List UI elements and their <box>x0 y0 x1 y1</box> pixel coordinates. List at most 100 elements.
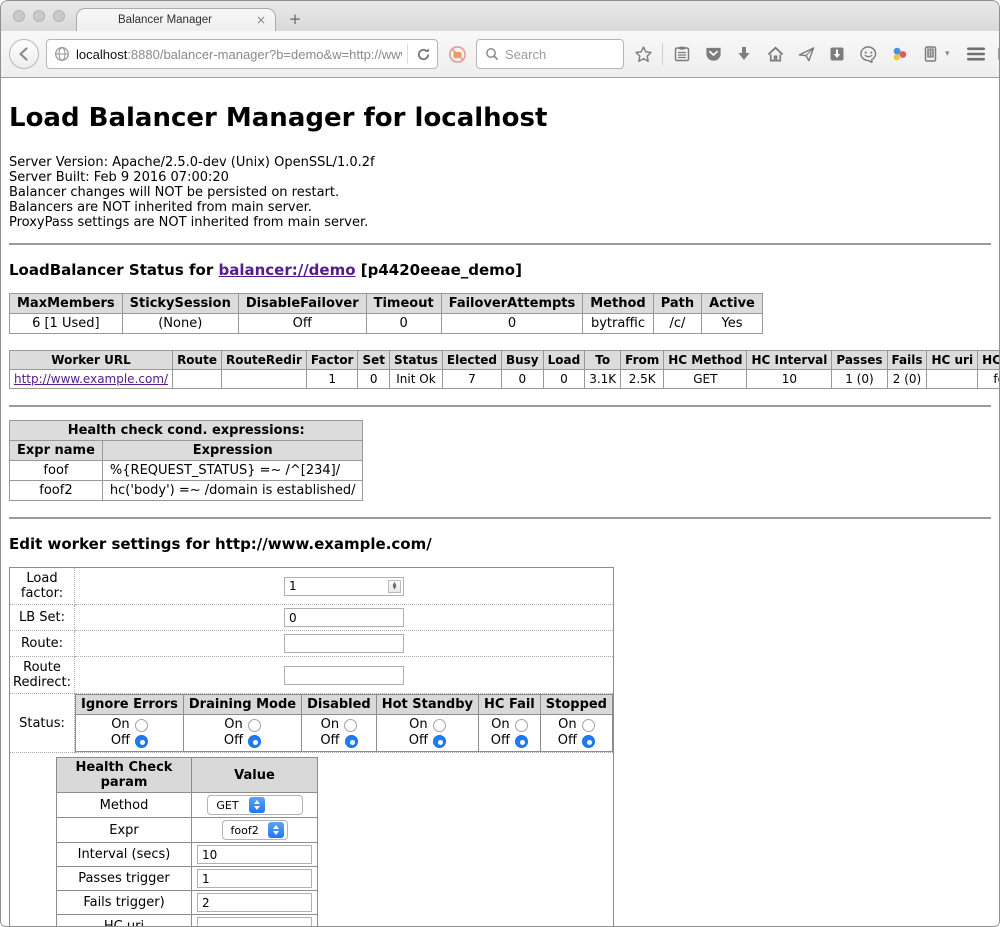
urlbar-divider <box>407 44 408 64</box>
route-redirect-cell <box>75 657 614 694</box>
form-row-route: Route: <box>10 631 614 657</box>
back-button[interactable] <box>9 39 39 69</box>
cell-expr-name: foof2 <box>10 481 103 501</box>
server-info: Server Version: Apache/2.5.0-dev (Unix) … <box>9 155 991 230</box>
hc-passes-input[interactable] <box>197 869 312 888</box>
cell-routeredir <box>221 370 306 389</box>
col-set: Set <box>358 351 390 370</box>
balancer-demo-link[interactable]: balancer://demo <box>218 261 355 279</box>
route-input[interactable] <box>284 634 404 653</box>
load-factor-cell: ▲▼ <box>75 568 614 605</box>
col-expr-name: Expr name <box>10 441 103 461</box>
col-maxmembers: MaxMembers <box>10 294 123 314</box>
hc-expr-selected-value: foof2 <box>223 824 267 837</box>
worker-url-link[interactable]: http://www.example.com/ <box>14 372 168 386</box>
radio-on-label: On <box>558 717 576 733</box>
health-check-cell: Health Check param Value Method GET <box>10 753 614 927</box>
tab-groups-icon[interactable] <box>995 40 1000 68</box>
search-bar[interactable]: Search <box>476 39 624 69</box>
col-factor: Factor <box>306 351 358 370</box>
radio-off-label: Off <box>224 733 243 749</box>
zoom-window-button[interactable] <box>53 10 65 22</box>
health-check-expressions-table: Health check cond. expressions: Expr nam… <box>9 420 363 501</box>
share-colors-icon[interactable] <box>887 40 911 68</box>
ignore-errors-on-radio[interactable] <box>135 719 148 732</box>
hc-uri-input[interactable] <box>197 917 312 926</box>
stopped-on-radio[interactable] <box>582 719 595 732</box>
hc-fails-input[interactable] <box>197 893 312 912</box>
hc-expr-select[interactable]: foof2 <box>222 820 288 840</box>
col-passes: Passes <box>832 351 887 370</box>
col-hc-value: Value <box>192 758 318 793</box>
route-redirect-input[interactable] <box>284 666 404 685</box>
home-icon[interactable] <box>763 40 787 68</box>
radio-off-label: Off <box>491 733 510 749</box>
draining-mode-off-radio[interactable] <box>248 735 261 748</box>
hc-method-select[interactable]: GET <box>207 795 303 815</box>
ignore-errors-off-radio[interactable] <box>135 735 148 748</box>
stopped-off-radio[interactable] <box>582 735 595 748</box>
minimize-window-button[interactable] <box>33 10 45 22</box>
hc-fail-on-radio[interactable] <box>515 719 528 732</box>
hc-method-label: Method <box>57 793 192 818</box>
hot-standby-on-radio[interactable] <box>433 719 446 732</box>
hc-passes-label: Passes trigger <box>57 867 192 891</box>
cell-method: bytraffic <box>583 314 653 334</box>
radio-off-label: Off <box>320 733 339 749</box>
hot-standby-off-radio[interactable] <box>433 735 446 748</box>
edit-worker-form: Load factor: ▲▼ LB Set: Route: <box>9 567 614 926</box>
load-factor-input[interactable] <box>284 577 404 596</box>
downloads-icon[interactable] <box>732 40 756 68</box>
draining-mode-on-radio[interactable] <box>248 719 261 732</box>
cell-stickysession: (None) <box>122 314 238 334</box>
cell-active: Yes <box>702 314 763 334</box>
disabled-off-radio[interactable] <box>345 735 358 748</box>
edit-worker-heading: Edit worker settings for http://www.exam… <box>9 535 991 553</box>
cell-expr-name: foof <box>10 461 103 481</box>
table-header-row: Worker URL Route RouteRedir Factor Set S… <box>10 351 1000 370</box>
hc-method-cell: GET <box>192 793 318 818</box>
tab-balancer-manager[interactable]: Balancer Manager × <box>76 8 276 31</box>
bookmarks-sidebar-icon[interactable] <box>670 40 694 68</box>
persist-notice-line: Balancer changes will NOT be persisted o… <box>9 185 991 200</box>
ignore-errors-radios: On Off <box>76 715 184 752</box>
send-tab-icon[interactable] <box>794 40 818 68</box>
url-text[interactable]: localhost:8880/balancer-manager?b=demo&w… <box>76 47 402 62</box>
cell-expression: %{REQUEST_STATUS} =~ /^[234]/ <box>102 461 363 481</box>
table-row: 6 [1 Used] (None) Off 0 0 bytraffic /c/ … <box>10 314 763 334</box>
feedback-smiley-icon[interactable] <box>856 40 880 68</box>
cell-fails: 2 (0) <box>887 370 927 389</box>
cell-timeout: 0 <box>366 314 441 334</box>
status-header-row: Ignore Errors Draining Mode Disabled Hot… <box>76 695 613 715</box>
load-factor-stepper: ▲▼ <box>284 577 404 596</box>
plugin-blocked-icon[interactable] <box>445 40 469 68</box>
cell-load: 0 <box>543 370 585 389</box>
menu-hamburger-icon[interactable] <box>964 40 988 68</box>
reload-button[interactable] <box>413 40 433 68</box>
col-load: Load <box>543 351 585 370</box>
tab-close-icon[interactable]: × <box>253 13 269 27</box>
hc-row-fails: Fails trigger) <box>57 891 318 915</box>
number-spinner-icon[interactable]: ▲▼ <box>388 580 401 593</box>
chevron-down-icon[interactable]: ▾ <box>945 49 950 59</box>
window-controls <box>13 10 65 22</box>
sidebar-panel-icon[interactable] <box>918 40 942 68</box>
new-tab-button[interactable]: + <box>285 10 305 28</box>
col-path: Path <box>653 294 701 314</box>
disabled-on-radio[interactable] <box>344 719 357 732</box>
url-bar[interactable]: localhost:8880/balancer-manager?b=demo&w… <box>46 39 438 69</box>
bookmark-star-icon[interactable] <box>631 40 655 68</box>
close-window-button[interactable] <box>13 10 25 22</box>
col-stopped: Stopped <box>540 695 612 715</box>
hc-interval-cell <box>192 843 318 867</box>
cell-set: 0 <box>358 370 390 389</box>
search-icon <box>485 47 499 61</box>
save-to-device-icon[interactable] <box>825 40 849 68</box>
hc-fails-label: Fails trigger) <box>57 891 192 915</box>
pocket-icon[interactable] <box>701 40 725 68</box>
hc-interval-input[interactable] <box>197 845 312 864</box>
cell-disablefailover: Off <box>238 314 366 334</box>
hc-fail-off-radio[interactable] <box>515 735 528 748</box>
globe-icon <box>53 40 71 68</box>
lb-set-input[interactable] <box>284 608 404 627</box>
